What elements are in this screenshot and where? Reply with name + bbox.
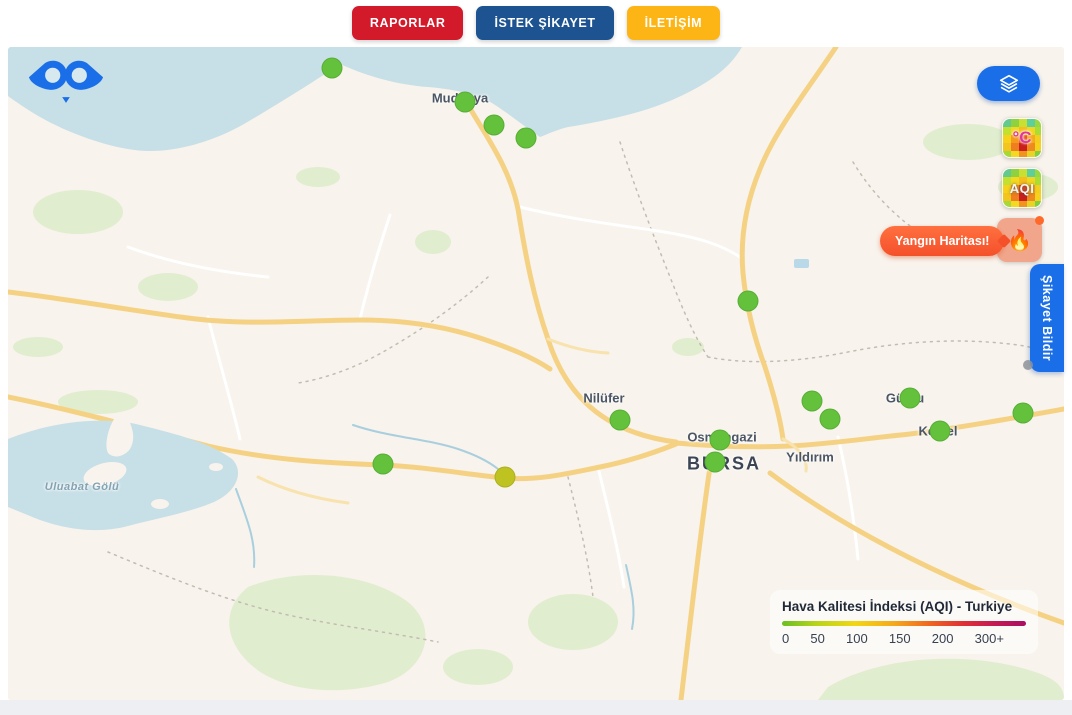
aqi-layer-button[interactable]: AQI — [1002, 168, 1042, 208]
legend-gradient-bar — [782, 621, 1026, 626]
fire-icon: 🔥 — [1007, 230, 1032, 252]
aqi-marker[interactable] — [705, 452, 726, 473]
aqi-marker[interactable] — [484, 115, 505, 136]
aqi-marker[interactable] — [516, 128, 537, 149]
aqi-marker[interactable] — [495, 467, 516, 488]
legend-tick: 0 — [782, 631, 789, 646]
legend-tick: 50 — [810, 631, 824, 646]
map-layers-button[interactable] — [977, 66, 1040, 101]
fire-tooltip-label: Yangın Haritası! — [895, 234, 989, 248]
aqi-marker[interactable] — [455, 92, 476, 113]
aqi-marker[interactable] — [820, 409, 841, 430]
aqi-marker[interactable] — [373, 454, 394, 475]
aqi-marker[interactable] — [322, 58, 343, 79]
layers-icon — [998, 73, 1020, 95]
aqi-marker[interactable] — [738, 291, 759, 312]
notification-badge — [1035, 216, 1044, 225]
raporlar-button[interactable]: RAPORLAR — [352, 6, 464, 40]
aqi-marker[interactable] — [1013, 403, 1034, 424]
aqi-marker[interactable] — [802, 391, 823, 412]
istek-sikayet-button[interactable]: İSTEK ŞİKAYET — [476, 6, 613, 40]
app-logo[interactable] — [28, 57, 104, 110]
aqi-legend: Hava Kalitesi İndeksi (AQI) - Turkiye 0 5… — [770, 590, 1038, 654]
drag-handle-dot — [1023, 360, 1033, 370]
map-label: Nilüfer — [583, 391, 624, 406]
legend-tick: 300+ — [975, 631, 1004, 646]
bottom-strip — [0, 700, 1072, 715]
map-label: Uluabat Gölü — [45, 481, 119, 493]
fire-map-tooltip: Yangın Haritası! — [880, 226, 1004, 256]
topbar: RAPORLAR İSTEK ŞİKAYET İLETİŞİM — [0, 0, 1072, 47]
temperature-layer-button[interactable]: °C — [1002, 118, 1042, 158]
aqi-layer-label: AQI — [1003, 169, 1041, 207]
legend-tick: 150 — [889, 631, 911, 646]
eyes-logo-icon — [28, 57, 104, 105]
map-label: Yıldırım — [786, 450, 834, 465]
temperature-layer-label: °C — [1003, 119, 1041, 157]
topbar-buttons: RAPORLAR İSTEK ŞİKAYET İLETİŞİM — [352, 6, 720, 40]
aqi-marker[interactable] — [900, 388, 921, 409]
legend-tick: 100 — [846, 631, 868, 646]
aqi-marker[interactable] — [610, 410, 631, 431]
aqi-marker[interactable] — [930, 421, 951, 442]
aqi-marker[interactable] — [710, 430, 731, 451]
legend-title: Hava Kalitesi İndeksi (AQI) - Turkiye — [782, 599, 1026, 614]
complaint-report-tab[interactable]: Şikayet Bildir — [1030, 264, 1064, 372]
legend-tick: 200 — [932, 631, 954, 646]
complaint-tab-label: Şikayet Bildir — [1040, 275, 1054, 361]
legend-ticks: 0 50 100 150 200 300+ — [782, 631, 1026, 646]
iletisim-button[interactable]: İLETİŞİM — [627, 6, 721, 40]
